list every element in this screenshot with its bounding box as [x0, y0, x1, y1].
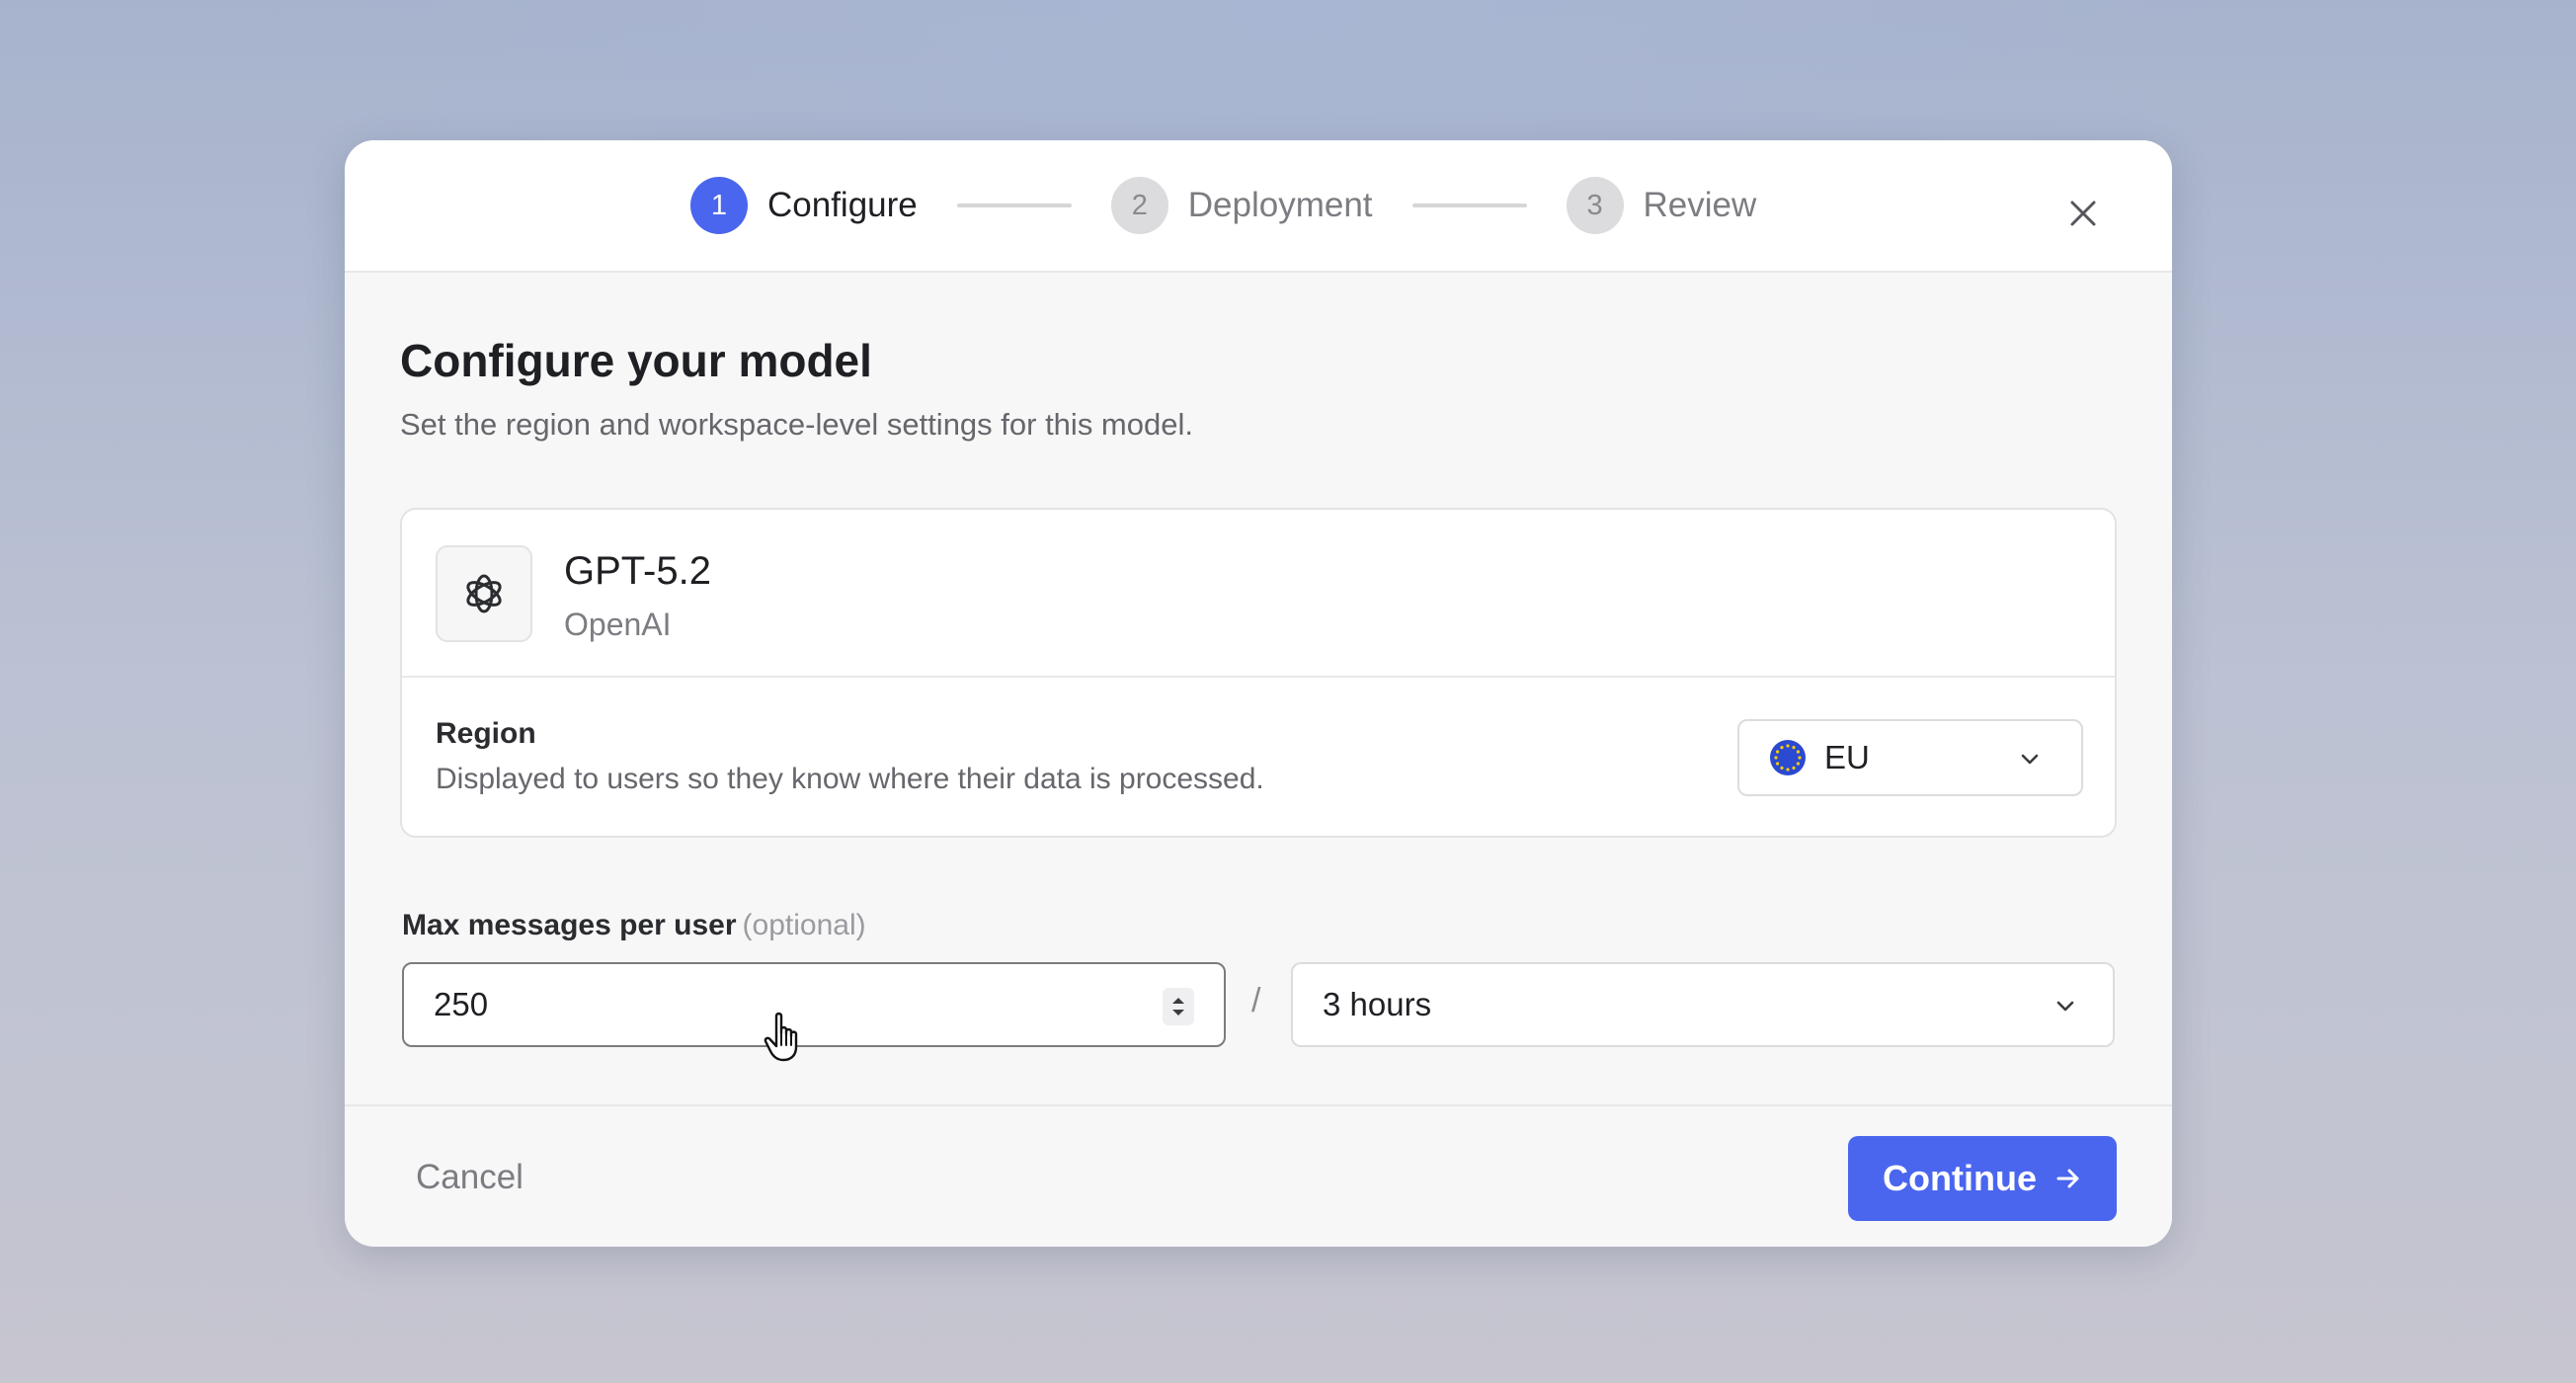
- step-number: 2: [1110, 177, 1168, 234]
- region-select[interactable]: EU: [1737, 719, 2083, 796]
- chevron-down-icon: [2056, 1001, 2074, 1012]
- max-messages-value: 250: [434, 986, 489, 1022]
- region-help-text: Displayed to users so they know where th…: [436, 763, 1264, 795]
- step-deployment[interactable]: 2 Deployment: [1110, 177, 1373, 234]
- close-icon: [2070, 201, 2096, 226]
- step-label: Review: [1643, 186, 1757, 224]
- stepper-arrows-icon: [1172, 998, 1184, 1016]
- cancel-button[interactable]: Cancel: [416, 1158, 523, 1197]
- period-select[interactable]: 3 hours: [1291, 962, 2115, 1047]
- step-number: 1: [690, 177, 748, 234]
- model-provider: OpenAI: [564, 607, 672, 642]
- openai-logo-icon: [466, 574, 502, 613]
- configure-model-dialog: 1 Configure 2 Deployment 3 Review Config…: [345, 140, 2172, 1247]
- step-label: Deployment: [1187, 186, 1373, 224]
- continue-label: Continue: [1883, 1158, 2037, 1198]
- optional-tag: (optional): [742, 909, 866, 941]
- hand-pointer-cursor-icon: [764, 1012, 798, 1062]
- max-messages-label-text: Max messages per user: [402, 909, 737, 941]
- step-review[interactable]: 3 Review: [1566, 177, 1757, 234]
- wizard-stepper: 1 Configure 2 Deployment 3 Review: [690, 176, 1756, 235]
- dialog-header: 1 Configure 2 Deployment 3 Review: [345, 140, 2172, 273]
- close-button[interactable]: [2061, 192, 2105, 235]
- step-label: Configure: [767, 186, 918, 224]
- model-name: GPT-5.2: [564, 549, 711, 593]
- page-title: Configure your model: [400, 335, 872, 386]
- model-card: GPT-5.2 OpenAI Region Displayed to users…: [400, 508, 2117, 838]
- model-logo: [436, 545, 532, 642]
- arrow-right-icon: [2056, 1169, 2079, 1188]
- eu-flag-icon: [1770, 740, 1806, 775]
- page-subtitle: Set the region and workspace-level setti…: [400, 407, 1193, 442]
- step-number: 3: [1566, 177, 1624, 234]
- step-connector: [1411, 203, 1527, 207]
- region-label: Region: [436, 717, 536, 750]
- model-summary: GPT-5.2 OpenAI: [402, 510, 2115, 678]
- step-configure[interactable]: 1 Configure: [690, 177, 918, 234]
- max-messages-input[interactable]: 250: [402, 962, 1226, 1047]
- chevron-down-icon: [2021, 754, 2039, 765]
- step-connector: [956, 203, 1072, 207]
- max-messages-label: Max messages per user (optional): [402, 909, 866, 942]
- region-value: EU: [1824, 739, 1870, 775]
- period-value: 3 hours: [1323, 986, 1432, 1022]
- per-separator: /: [1251, 982, 1261, 1019]
- continue-button[interactable]: Continue: [1848, 1136, 2117, 1221]
- number-stepper[interactable]: [1163, 988, 1194, 1025]
